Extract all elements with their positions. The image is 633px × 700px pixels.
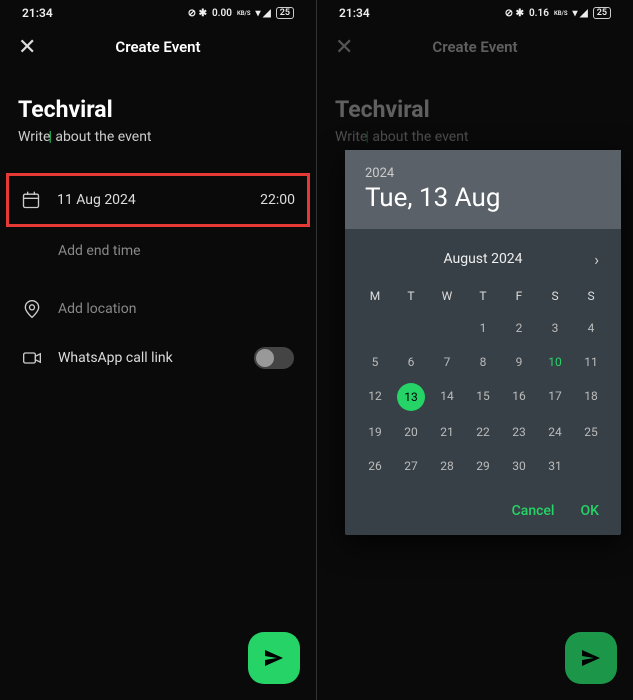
calendar-day[interactable]: 11 xyxy=(573,345,609,379)
calendar-day[interactable]: 2 xyxy=(501,311,537,345)
page-title: Create Event xyxy=(335,38,615,56)
weekday-label: F xyxy=(501,281,537,311)
chevron-right-icon[interactable]: › xyxy=(594,250,599,269)
calendar-day[interactable]: 7 xyxy=(429,345,465,379)
header: ✕ Create Event xyxy=(317,26,633,68)
submit-button[interactable] xyxy=(248,632,300,684)
calendar-day[interactable]: 17 xyxy=(537,379,573,415)
header: ✕ Create Event xyxy=(0,26,316,68)
video-icon xyxy=(22,348,42,368)
calendar-day[interactable]: 26 xyxy=(357,449,393,483)
call-link-label: WhatsApp call link xyxy=(58,350,238,366)
weekday-label: S xyxy=(573,281,609,311)
event-name-input[interactable]: Techviral xyxy=(18,96,298,123)
calendar-day[interactable]: 28 xyxy=(429,449,465,483)
calendar-day xyxy=(573,449,609,483)
calendar-day[interactable]: 29 xyxy=(465,449,501,483)
calendar-week: 567891011 xyxy=(357,345,609,379)
call-link-row[interactable]: WhatsApp call link xyxy=(18,333,298,383)
cancel-button[interactable]: Cancel xyxy=(512,503,555,519)
calendar-day[interactable]: 5 xyxy=(357,345,393,379)
calendar-day[interactable]: 10 xyxy=(537,345,573,379)
calendar-day[interactable]: 24 xyxy=(537,415,573,449)
calendar-day[interactable]: 31 xyxy=(537,449,573,483)
call-link-toggle[interactable] xyxy=(254,347,294,369)
weekday-header: MTWTFSS xyxy=(357,281,609,311)
calendar-week: 19202122232425 xyxy=(357,415,609,449)
date-label: 11 Aug 2024 xyxy=(57,192,244,208)
calendar-day[interactable]: 27 xyxy=(393,449,429,483)
status-icons: ⊘ ✱ 0.16 KB/S ▾ ◢ 25 xyxy=(505,7,611,19)
month-label: August 2024 xyxy=(443,251,522,267)
time-label: 22:00 xyxy=(260,192,295,208)
screen-create-event: 21:34 ⊘ ✱ 0.00 KB/S ▾ ◢ 25 ✕ Create Even… xyxy=(0,0,316,700)
calendar-day[interactable]: 19 xyxy=(357,415,393,449)
calendar-day[interactable]: 6 xyxy=(393,345,429,379)
event-name-input: Techviral xyxy=(335,96,615,123)
calendar-day[interactable]: 15 xyxy=(465,379,501,415)
calendar-day xyxy=(393,311,429,345)
weekday-label: T xyxy=(465,281,501,311)
picker-actions: Cancel OK xyxy=(345,491,621,535)
calendar-day xyxy=(357,311,393,345)
calendar-day xyxy=(429,311,465,345)
ok-button[interactable]: OK xyxy=(581,503,600,519)
add-end-time-row[interactable]: Add end time xyxy=(18,227,298,275)
event-description-input: Write| about the event xyxy=(335,129,615,145)
location-icon xyxy=(22,299,42,319)
calendar-week: 262728293031 xyxy=(357,449,609,483)
calendar-day[interactable]: 1 xyxy=(465,311,501,345)
status-time: 21:34 xyxy=(339,6,370,20)
calendar-day[interactable]: 21 xyxy=(429,415,465,449)
month-row: August 2024 › xyxy=(357,245,609,281)
status-time: 21:34 xyxy=(22,6,53,20)
calendar-day[interactable]: 18 xyxy=(573,379,609,415)
calendar-day[interactable]: 20 xyxy=(393,415,429,449)
event-description-input[interactable]: Write| about the event xyxy=(18,129,298,145)
status-icons: ⊘ ✱ 0.00 KB/S ▾ ◢ 25 xyxy=(188,7,294,19)
calendar-day[interactable]: 30 xyxy=(501,449,537,483)
screen-date-picker: 21:34 ⊘ ✱ 0.16 KB/S ▾ ◢ 25 ✕ Create Even… xyxy=(317,0,633,700)
picker-header: 2024 Tue, 13 Aug xyxy=(345,150,621,229)
weekday-label: W xyxy=(429,281,465,311)
calendar-day[interactable]: 14 xyxy=(429,379,465,415)
calendar-day[interactable]: 3 xyxy=(537,311,573,345)
calendar-icon xyxy=(21,190,41,210)
calendar-day[interactable]: 12 xyxy=(357,379,393,415)
calendar-day[interactable]: 13 xyxy=(397,383,425,411)
location-row[interactable]: Add location xyxy=(18,285,298,333)
datetime-row-highlight: 11 Aug 2024 22:00 xyxy=(6,173,310,227)
page-title: Create Event xyxy=(18,38,298,56)
calendar-day[interactable]: 22 xyxy=(465,415,501,449)
location-label: Add location xyxy=(58,301,294,317)
calendar-day[interactable]: 16 xyxy=(501,379,537,415)
close-icon[interactable]: ✕ xyxy=(18,35,36,60)
calendar-week: 1234 xyxy=(357,311,609,345)
picker-selected-date[interactable]: Tue, 13 Aug xyxy=(365,183,601,213)
calendar-day[interactable]: 25 xyxy=(573,415,609,449)
weekday-label: S xyxy=(537,281,573,311)
calendar-day[interactable]: 9 xyxy=(501,345,537,379)
weekday-label: T xyxy=(393,281,429,311)
date-picker: 2024 Tue, 13 Aug August 2024 › MTWTFSS 1… xyxy=(345,150,621,535)
add-end-time-label: Add end time xyxy=(58,243,294,259)
calendar-week: 12131415161718 xyxy=(357,379,609,415)
weekday-label: M xyxy=(357,281,393,311)
calendar-day[interactable]: 4 xyxy=(573,311,609,345)
submit-button[interactable] xyxy=(565,632,617,684)
status-bar: 21:34 ⊘ ✱ 0.16 KB/S ▾ ◢ 25 xyxy=(317,0,633,26)
calendar-day[interactable]: 23 xyxy=(501,415,537,449)
calendar-day[interactable]: 8 xyxy=(465,345,501,379)
calendar-grid: 1234567891011121314151617181920212223242… xyxy=(357,311,609,483)
status-bar: 21:34 ⊘ ✱ 0.00 KB/S ▾ ◢ 25 xyxy=(0,0,316,26)
datetime-row[interactable]: 11 Aug 2024 22:00 xyxy=(17,176,299,224)
picker-year[interactable]: 2024 xyxy=(365,166,601,181)
